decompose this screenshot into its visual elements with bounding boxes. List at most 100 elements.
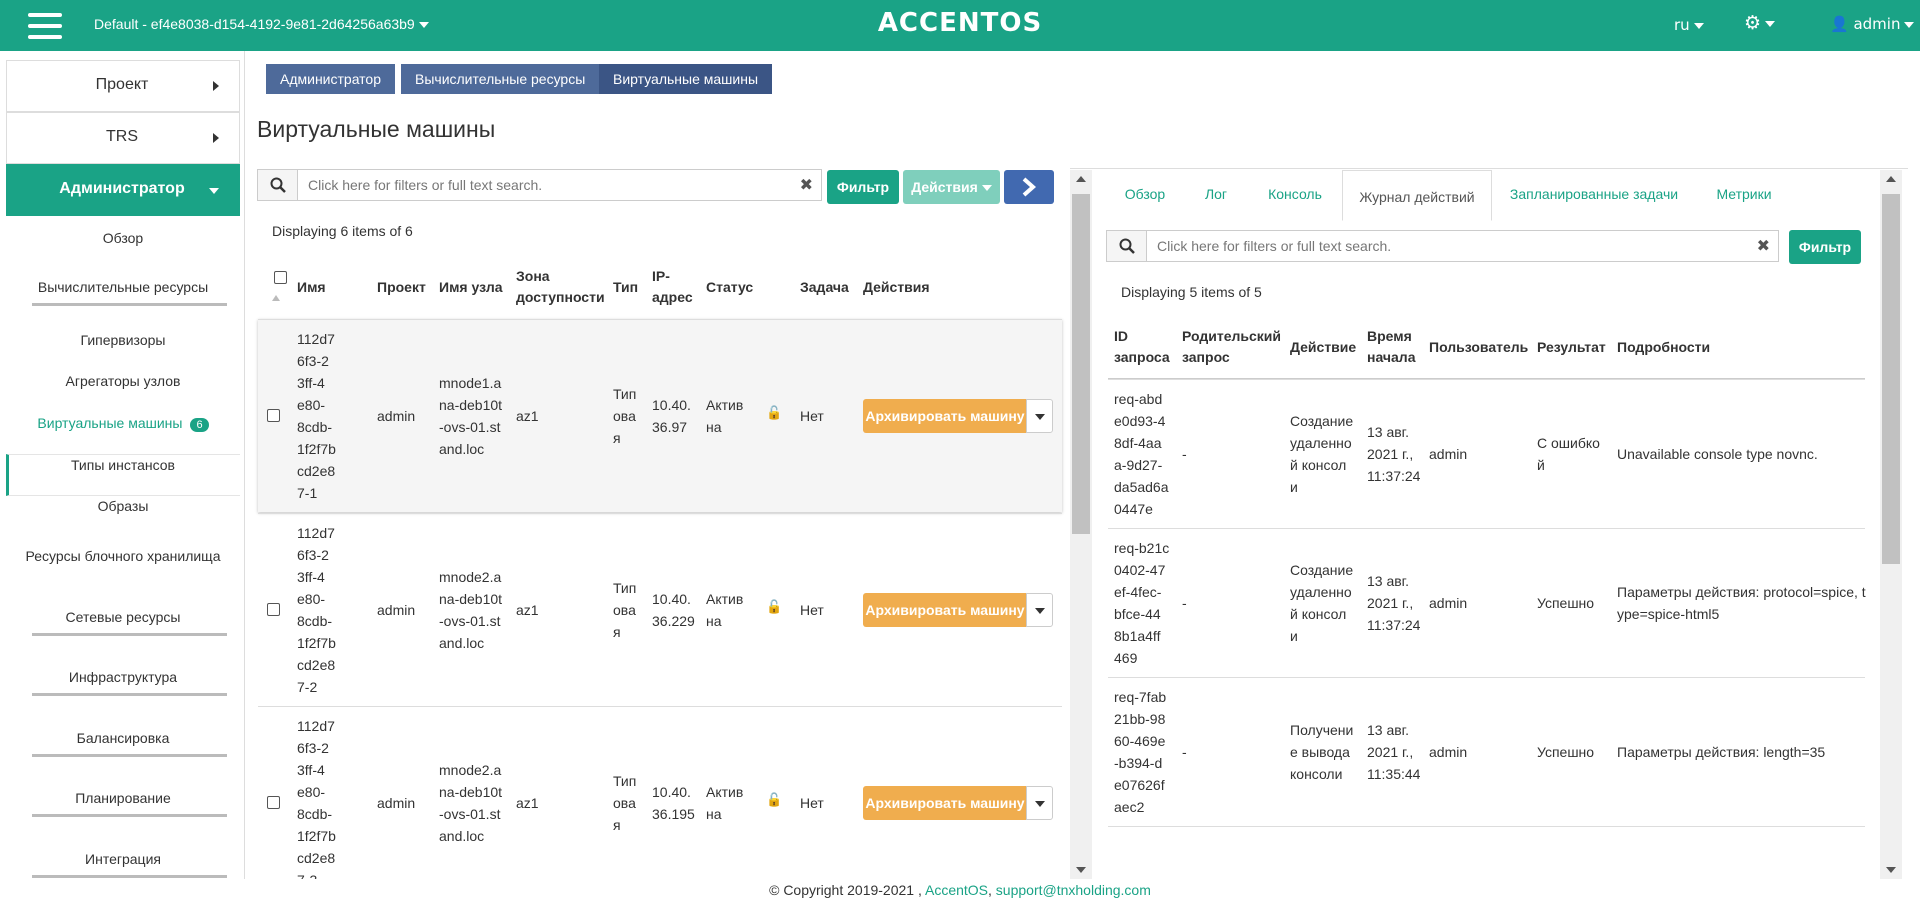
host-link[interactable]: mnode2.a na-deb10t -ovs-01.st and.loc [439, 566, 502, 654]
row-checkbox[interactable] [267, 408, 280, 422]
start-time-line: 13 авг. [1367, 722, 1409, 738]
actions-log-search[interactable]: Click here for filters or full text sear… [1106, 230, 1779, 262]
breadcrumb-compute[interactable]: Вычислительные ресурсы [401, 64, 600, 94]
sidebar-section-project[interactable]: Проект [6, 60, 240, 112]
col-result[interactable]: Результат [1537, 337, 1606, 358]
instance-name-link[interactable]: 112d7 6f3-2 3ff-4 e80- 8cdb- 1f2f7b cd2e8 7-2 [297, 522, 336, 698]
clear-icon[interactable]: ✖ [800, 175, 813, 194]
col-project[interactable]: Проект [377, 277, 426, 298]
sidebar-group-compute[interactable]: Вычислительные ресурсы [6, 279, 240, 306]
ip-address: 10.40. 36.195 [652, 781, 695, 825]
instance-name-link[interactable]: 112d76f3-23ff-4e80-8cdb-1f2f7bcd2e87-3 [297, 715, 336, 891]
col-details[interactable]: Подробности [1617, 337, 1710, 358]
tab-log[interactable]: Лог [1196, 168, 1236, 220]
language-selector[interactable]: ru [1674, 16, 1704, 34]
result-line: й [1537, 457, 1545, 473]
instance-name-line: e80- [297, 783, 326, 800]
ip-line: 36.195 [652, 805, 695, 822]
sidebar-group-integration[interactable]: Интеграция [6, 851, 240, 878]
breadcrumb-admin[interactable]: Администратор [266, 64, 396, 94]
archive-instance-button[interactable]: Архивировать машину [863, 398, 1027, 433]
user-menu[interactable]: 👤 admin [1830, 15, 1915, 33]
tab-action-log[interactable]: Журнал действий [1342, 170, 1492, 221]
sidebar-section-label: Администратор [59, 180, 185, 197]
brand-link[interactable]: AccentOS [925, 882, 988, 898]
host-link[interactable]: mnode1.a na-deb10t -ovs-01.st and.loc [439, 372, 502, 460]
col-name[interactable]: Имя [297, 277, 326, 298]
project-link[interactable]: admin [377, 405, 415, 427]
instance-type: Тип ова я [613, 577, 636, 643]
row-actions-dropdown[interactable] [1026, 398, 1053, 433]
instance-name-line: 112d7 [297, 717, 335, 734]
instances-search[interactable]: Click here for filters or full text sear… [257, 169, 822, 201]
sidebar-item-instances[interactable]: Виртуальные машины 6 [6, 415, 240, 432]
col-ip-line: IP- [652, 268, 670, 284]
sidebar-section-trs[interactable]: TRS [6, 112, 240, 164]
start-time-line: 2021 г., [1367, 744, 1414, 760]
sidebar-item-flavors[interactable]: Типы инстансов [6, 457, 240, 473]
tab-overview[interactable]: Обзор [1108, 168, 1182, 220]
col-action[interactable]: Действие [1290, 337, 1356, 358]
instance-name-line: 112d7 [297, 330, 335, 347]
filter-button[interactable]: Фильтр [1789, 230, 1861, 264]
col-ip[interactable]: IP-адрес [652, 266, 693, 308]
col-status[interactable]: Статус [706, 277, 753, 298]
project-link[interactable]: admin [377, 792, 415, 814]
row-checkbox[interactable] [267, 795, 280, 809]
tab-console[interactable]: Консоль [1259, 168, 1331, 220]
lock-icon: 🔓 [766, 792, 783, 808]
instances-count: Displaying 6 items of 6 [272, 223, 413, 239]
project-link[interactable]: admin [377, 599, 415, 621]
row-actions-dropdown[interactable] [1026, 785, 1053, 820]
tab-metrics[interactable]: Метрики [1708, 168, 1780, 220]
support-email-link[interactable]: support@tnxholding.com [996, 882, 1151, 898]
sidebar-item-aggregates[interactable]: Агрегаторы узлов [6, 373, 240, 389]
availability-zone: az1 [516, 407, 539, 424]
ip-line: 10.40. [652, 783, 691, 800]
type-line: я [613, 429, 621, 446]
sidebar-group-block-storage[interactable]: Ресурсы блочного хранилища [6, 548, 240, 564]
col-task[interactable]: Задача [800, 277, 849, 298]
tab-scheduled-tasks[interactable]: Запланированные задачи [1504, 168, 1684, 220]
col-host[interactable]: Имя узла [439, 277, 503, 298]
instance-name-line: 1f2f7b [297, 634, 336, 651]
row-actions-dropdown[interactable] [1026, 592, 1053, 627]
col-id[interactable]: ID запроса [1114, 326, 1170, 368]
scroll-up-icon[interactable] [1886, 176, 1896, 182]
search-input[interactable]: Click here for filters or full text sear… [1157, 238, 1391, 254]
search-input[interactable]: Click here for filters or full text sear… [308, 177, 542, 193]
select-all-checkbox[interactable] [274, 271, 287, 284]
col-start[interactable]: Время начала [1367, 326, 1416, 368]
host-link[interactable]: mnode2.a na-deb10t -ovs-01.st and.loc [439, 759, 502, 847]
host-line: mnode2.a [439, 761, 502, 778]
sidebar-section-admin[interactable]: Администратор [6, 164, 240, 216]
col-parent[interactable]: Родительский запрос [1182, 326, 1281, 368]
sidebar-item-images[interactable]: Образы [6, 498, 240, 514]
clear-icon[interactable]: ✖ [1757, 236, 1770, 255]
filter-button[interactable]: Фильтр [827, 170, 899, 204]
row-checkbox[interactable] [267, 602, 280, 616]
sidebar-item-hypervisors[interactable]: Гипервизоры [6, 332, 240, 348]
col-user[interactable]: Пользователь [1429, 337, 1528, 358]
scroll-down-icon[interactable] [1886, 867, 1896, 873]
right-scrollbar[interactable] [1880, 170, 1902, 879]
sidebar-group-planning[interactable]: Планирование [6, 790, 240, 817]
status: Актив на [706, 781, 743, 825]
action-name-line: удаленно [1290, 435, 1352, 451]
sidebar-group-network[interactable]: Сетевые ресурсы [6, 609, 240, 636]
sidebar-group-infrastructure[interactable]: Инфраструктура [6, 669, 240, 696]
col-zone[interactable]: Зона доступности [516, 266, 605, 308]
status: Актив на [706, 588, 743, 632]
sidebar-group-balancing[interactable]: Балансировка [6, 730, 240, 757]
archive-instance-button[interactable]: Архивировать машину [863, 785, 1027, 820]
status: Актив на [706, 394, 743, 438]
settings-menu[interactable]: ⚙ [1744, 12, 1776, 34]
instance-name-link[interactable]: 112d7 6f3-2 3ff-4 e80- 8cdb- 1f2f7b cd2e8 7-1 [297, 328, 336, 504]
actions-dropdown[interactable]: Действия [903, 170, 1000, 204]
archive-instance-button[interactable]: Архивировать машину [863, 592, 1027, 627]
col-type[interactable]: Тип [613, 277, 638, 298]
scrollbar-thumb[interactable] [1882, 194, 1900, 564]
host-line: -ovs-01.st [439, 805, 501, 822]
expand-panel-button[interactable] [1004, 170, 1054, 204]
sidebar-item-overview[interactable]: Обзор [6, 230, 240, 246]
